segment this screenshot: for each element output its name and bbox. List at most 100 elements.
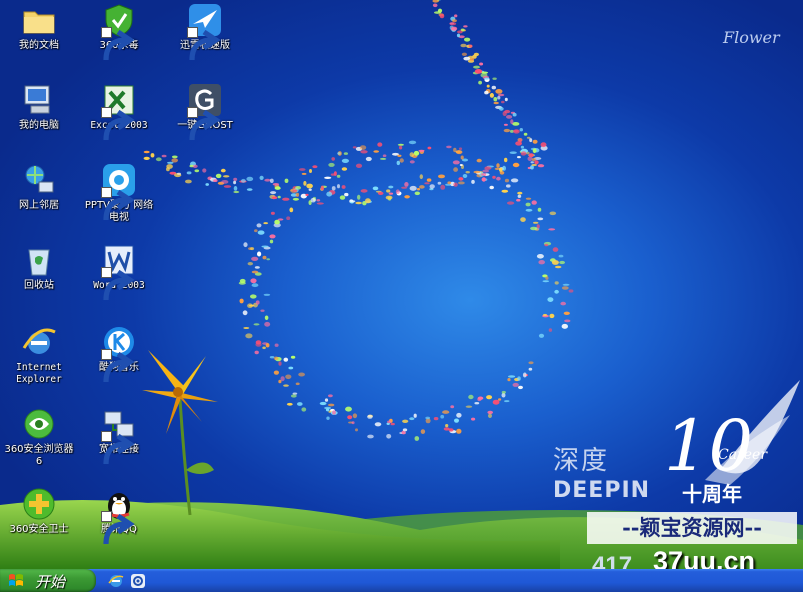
petal [250, 278, 257, 284]
petal [551, 260, 559, 265]
computer-icon [21, 82, 57, 118]
network-icon [21, 162, 57, 198]
petal [274, 186, 281, 190]
petal [344, 192, 349, 197]
desktop-icon-label: 我的电脑 [19, 120, 59, 131]
petal [245, 333, 253, 339]
petal [223, 185, 232, 188]
petal [205, 183, 209, 186]
desktop-icon-label: 360安全卫士 [9, 524, 69, 535]
petal [143, 150, 150, 154]
petal [306, 183, 313, 189]
petal [413, 150, 420, 156]
petal [264, 321, 271, 327]
brand-cn-text: 深度 [553, 446, 610, 476]
petal [202, 168, 207, 173]
petal [522, 372, 527, 378]
petal [264, 315, 269, 321]
anniversary-mark: 10 [664, 405, 753, 487]
petal [464, 37, 471, 42]
desktop-icon-broadband-connection[interactable]: 宽带连接 [82, 406, 156, 465]
word-icon [101, 242, 137, 301]
desktop-icon-network-places[interactable]: 网上邻居 [2, 162, 76, 212]
petal [416, 188, 421, 191]
petal [286, 216, 291, 220]
bird-icon [187, 2, 223, 61]
desktop-icon-pptv[interactable]: PPTV聚力 网络电视 [82, 162, 156, 224]
petal [270, 211, 275, 215]
petal [289, 207, 294, 213]
petal [493, 101, 499, 105]
petal [449, 22, 455, 25]
petal [512, 162, 520, 168]
desktop[interactable]: 我的文档 360杀毒 迅雷极速版我的电脑 Excel 2003 一键GHOST 网上邻居 P… [0, 0, 803, 569]
petal [426, 178, 432, 182]
desktop-icon-kugou-music[interactable]: 酷狗音乐 [82, 324, 156, 383]
desktop-icon-word-2003[interactable]: Word 2003 [82, 242, 156, 301]
shortcut-arrow-icon [101, 187, 135, 221]
petal [246, 176, 254, 182]
petal [254, 350, 259, 355]
petal [496, 163, 500, 168]
petal [355, 428, 358, 432]
shield-icon [101, 2, 137, 61]
desktop-icon-my-computer[interactable]: 我的电脑 [2, 82, 76, 132]
petal [387, 420, 392, 424]
petal [531, 200, 537, 205]
petal [509, 151, 517, 154]
desktop-icon-360-antivirus[interactable]: 360杀毒 [82, 2, 156, 61]
petal [273, 356, 279, 361]
petal [452, 160, 460, 165]
petal [269, 239, 274, 244]
petal [254, 229, 258, 233]
petal [341, 158, 349, 163]
petal [555, 265, 562, 269]
petal [269, 234, 276, 239]
start-button[interactable]: 开始 [0, 569, 96, 592]
petal [537, 207, 542, 212]
desktop-icon-excel-2003[interactable]: Excel 2003 [82, 82, 156, 141]
desktop-icon-tencent-qq[interactable]: 腾讯QQ [82, 486, 156, 545]
petal [460, 155, 464, 160]
petal [150, 153, 155, 158]
desktop-icon-thunder-speed[interactable]: 迅雷极速版 [168, 2, 242, 61]
desktop-icon-my-documents[interactable]: 我的文档 [2, 2, 76, 52]
desktop-icon-onekey-ghost[interactable]: 一键GHOST [168, 82, 242, 141]
petal [465, 171, 470, 174]
desktop-icon-360-browser[interactable]: 360安全浏览器6 [2, 406, 76, 468]
petal [264, 178, 271, 182]
desktop-icon-recycle-bin[interactable]: 回收站 [2, 242, 76, 292]
petal [437, 181, 442, 185]
petal [312, 165, 318, 169]
desktop-icon-internet-explorer[interactable]: Internet Explorer [2, 324, 76, 386]
petal [542, 280, 550, 283]
media-icon[interactable] [130, 573, 146, 589]
petal [473, 170, 481, 174]
petal [388, 192, 394, 195]
petal [220, 168, 226, 173]
petal [328, 394, 333, 398]
petal [474, 402, 480, 405]
petal [424, 182, 430, 185]
petal [529, 138, 533, 143]
browser-icon [21, 406, 57, 442]
ie-icon[interactable] [108, 573, 124, 589]
petal [308, 188, 312, 191]
petal [263, 293, 271, 296]
petal [337, 184, 340, 189]
desktop-icon-360-security[interactable]: 360安全卫士 [2, 486, 76, 536]
petal [251, 283, 259, 288]
petal [290, 394, 297, 398]
start-label: 开始 [35, 573, 66, 591]
petal [527, 156, 533, 162]
excel-icon [101, 82, 137, 141]
petal [558, 254, 564, 258]
petal [534, 160, 539, 165]
petal [171, 158, 178, 163]
petal [336, 174, 341, 178]
petal [454, 14, 458, 18]
petal [316, 202, 324, 205]
petal [544, 243, 549, 247]
petal [548, 328, 553, 332]
petal [409, 185, 417, 191]
